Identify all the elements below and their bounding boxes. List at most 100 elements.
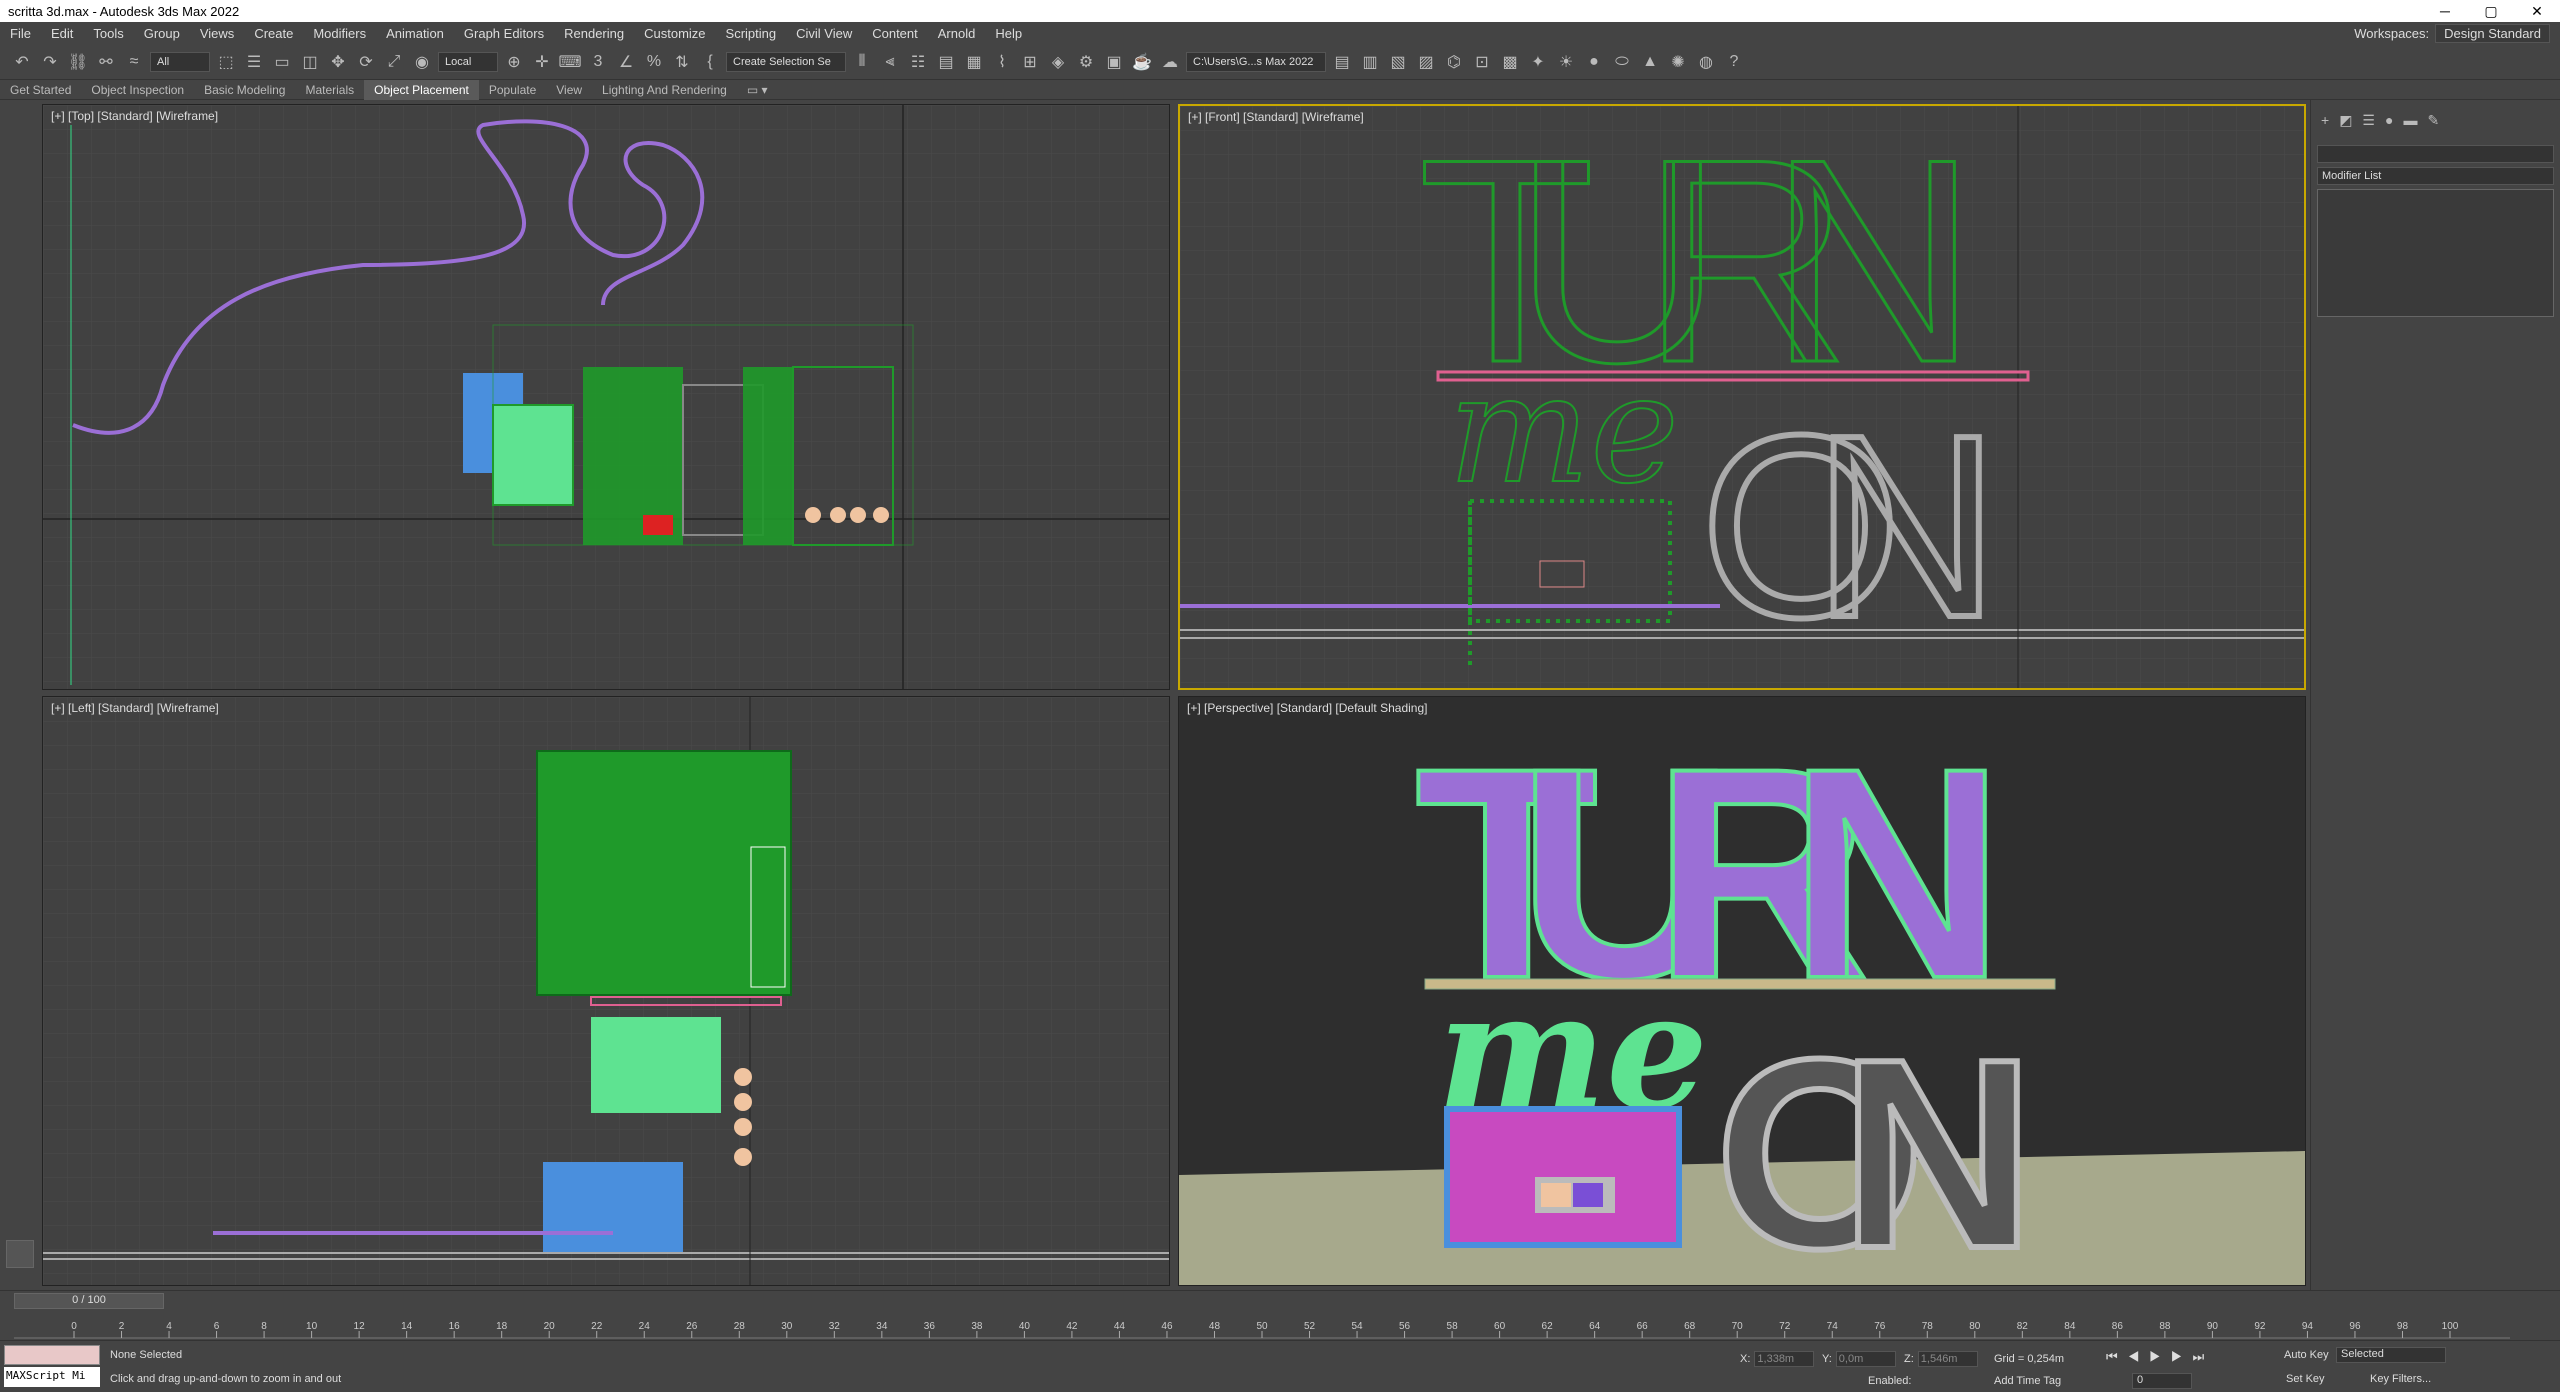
set-key-button[interactable]: Set Key xyxy=(2286,1373,2325,1385)
tab-object-inspection[interactable]: Object Inspection xyxy=(81,80,194,100)
menu-animation[interactable]: Animation xyxy=(376,26,454,41)
pivot-center-icon[interactable]: ⊕ xyxy=(502,50,526,74)
ribbon-options-icon[interactable]: ▭ ▾ xyxy=(737,80,778,100)
menu-tools[interactable]: Tools xyxy=(83,26,133,41)
menu-help[interactable]: Help xyxy=(985,26,1032,41)
tab-materials[interactable]: Materials xyxy=(295,80,364,100)
menu-civil-view[interactable]: Civil View xyxy=(786,26,862,41)
scene-explorer-icon[interactable]: ☷ xyxy=(906,50,930,74)
redo-icon[interactable]: ↷ xyxy=(38,50,62,74)
layer-explorer-icon[interactable]: ▤ xyxy=(934,50,958,74)
material-editor-icon[interactable]: ◈ xyxy=(1046,50,1070,74)
maxscript-listener[interactable] xyxy=(4,1345,100,1365)
menu-arnold[interactable]: Arnold xyxy=(928,26,986,41)
sun-icon[interactable]: ☀ xyxy=(1554,50,1578,74)
current-frame-field[interactable]: 0 xyxy=(2132,1373,2192,1389)
render-setup-icon[interactable]: ⚙ xyxy=(1074,50,1098,74)
motion-tab-icon[interactable]: ● xyxy=(2385,112,2393,129)
menu-scripting[interactable]: Scripting xyxy=(716,26,787,41)
new-project-icon[interactable]: ▧ xyxy=(1386,50,1410,74)
schematic-view-icon[interactable]: ⊞ xyxy=(1018,50,1042,74)
named-selection-icon[interactable]: { xyxy=(698,50,722,74)
project-path-dropdown[interactable]: C:\Users\G...s Max 2022 xyxy=(1186,51,1326,72)
sphere-icon[interactable]: ● xyxy=(1582,50,1606,74)
create-tab-icon[interactable]: + xyxy=(2321,112,2329,129)
maxscript-mini-listener[interactable]: MAXScript Mi xyxy=(4,1367,100,1387)
auto-key-button[interactable]: Auto Key xyxy=(2284,1349,2329,1361)
select-object-icon[interactable]: ⬚ xyxy=(214,50,238,74)
bind-spacewarp-icon[interactable]: ≈ xyxy=(122,50,146,74)
coord-z-field[interactable]: 1,546m xyxy=(1917,1351,1978,1367)
window-crossing-icon[interactable]: ◫ xyxy=(298,50,322,74)
viewport-layout-icon[interactable] xyxy=(6,1240,34,1268)
mirror-icon[interactable]: ⫴ xyxy=(850,50,874,74)
ribbon-toggle-icon[interactable]: ▦ xyxy=(962,50,986,74)
tab-object-placement[interactable]: Object Placement xyxy=(364,79,479,100)
utilities-tab-icon[interactable]: ✎ xyxy=(2427,112,2439,129)
align-icon[interactable]: ⫷ xyxy=(878,50,902,74)
menu-customize[interactable]: Customize xyxy=(634,26,715,41)
viewport-top[interactable]: [+] [Top] [Standard] [Wireframe] xyxy=(42,104,1170,690)
menu-group[interactable]: Group xyxy=(134,26,190,41)
menu-content[interactable]: Content xyxy=(862,26,928,41)
camera-icon[interactable]: ⌬ xyxy=(1442,50,1466,74)
project-manager-icon[interactable]: ▨ xyxy=(1414,50,1438,74)
viewport-left-label[interactable]: [+] [Left] [Standard] [Wireframe] xyxy=(51,701,219,715)
rotate-icon[interactable]: ⟳ xyxy=(354,50,378,74)
close-button[interactable]: ✕ xyxy=(2514,3,2560,20)
viewport-left[interactable]: [+] [Left] [Standard] [Wireframe] xyxy=(42,696,1170,1286)
curve-editor-icon[interactable]: ⌇ xyxy=(990,50,1014,74)
add-time-tag[interactable]: Add Time Tag xyxy=(1994,1375,2061,1387)
create-selection-set-dropdown[interactable]: Create Selection Se xyxy=(726,51,846,72)
render-view-icon[interactable]: ◍ xyxy=(1694,50,1718,74)
project-folder-icon[interactable]: ▥ xyxy=(1358,50,1382,74)
coord-y-field[interactable]: 0,0m xyxy=(1835,1351,1896,1367)
spinner-snap-icon[interactable]: ⇅ xyxy=(670,50,694,74)
menu-rendering[interactable]: Rendering xyxy=(554,26,634,41)
modifier-list-dropdown[interactable]: Modifier List xyxy=(2317,167,2554,185)
modifier-stack[interactable] xyxy=(2317,189,2554,317)
link-icon[interactable]: ⛓ xyxy=(66,50,90,74)
scale-icon[interactable]: ⤢ xyxy=(382,50,406,74)
help-icon[interactable]: ? xyxy=(1722,50,1746,74)
menu-file[interactable]: File xyxy=(0,26,41,41)
hierarchy-tab-icon[interactable]: ☰ xyxy=(2362,112,2375,129)
angle-snap-icon[interactable]: ∠ xyxy=(614,50,638,74)
viewport-perspective[interactable]: [+] [Perspective] [Standard] [Default Sh… xyxy=(1178,696,2306,1286)
light-icon[interactable]: ✺ xyxy=(1666,50,1690,74)
set-project-icon[interactable]: ▤ xyxy=(1330,50,1354,74)
undo-icon[interactable]: ↶ xyxy=(10,50,34,74)
light-list-icon[interactable]: ✦ xyxy=(1526,50,1550,74)
modify-tab-icon[interactable]: ◩ xyxy=(2339,112,2352,129)
keyboard-shortcut-icon[interactable]: ⌨ xyxy=(558,50,582,74)
tab-lighting-and-rendering[interactable]: Lighting And Rendering xyxy=(592,80,737,100)
menu-modifiers[interactable]: Modifiers xyxy=(303,26,376,41)
reference-coordinate-dropdown[interactable]: Local xyxy=(438,51,498,72)
tab-get-started[interactable]: Get Started xyxy=(0,80,81,100)
viewport-front[interactable]: [+] [Front] [Standard] [Wireframe] TURN … xyxy=(1178,104,2306,690)
tab-basic-modeling[interactable]: Basic Modeling xyxy=(194,80,295,100)
viewport-perspective-label[interactable]: [+] [Perspective] [Standard] [Default Sh… xyxy=(1187,701,1427,715)
tab-populate[interactable]: Populate xyxy=(479,80,546,100)
move-icon[interactable]: ✥ xyxy=(326,50,350,74)
menu-graph-editors[interactable]: Graph Editors xyxy=(454,26,554,41)
display-tab-icon[interactable]: ▬ xyxy=(2403,112,2417,129)
workspace-dropdown[interactable]: Design Standard xyxy=(2435,23,2550,43)
viewport-top-label[interactable]: [+] [Top] [Standard] [Wireframe] xyxy=(51,109,218,123)
track-bar[interactable]: 0 2 4 6 8 10 12 14 16 18 20 22 24 26 28 30 32 34 36 38 40 42 4… xyxy=(14,1319,2510,1339)
render-icon[interactable]: ☕ xyxy=(1130,50,1154,74)
render-cloud-icon[interactable]: ☁ xyxy=(1158,50,1182,74)
coord-x-field[interactable]: 1,338m xyxy=(1754,1351,1815,1367)
cone-icon[interactable]: ▲ xyxy=(1638,50,1662,74)
cylinder-icon[interactable]: ⬭ xyxy=(1610,50,1634,74)
viewport-front-label[interactable]: [+] [Front] [Standard] [Wireframe] xyxy=(1188,110,1364,124)
rectangular-selection-icon[interactable]: ▭ xyxy=(270,50,294,74)
select-by-name-icon[interactable]: ☰ xyxy=(242,50,266,74)
maximize-button[interactable]: ▢ xyxy=(2468,3,2514,20)
minimize-button[interactable]: ─ xyxy=(2422,3,2468,19)
viewport-icon[interactable]: ⊡ xyxy=(1470,50,1494,74)
key-filters-button[interactable]: Key Filters... xyxy=(2370,1373,2431,1385)
time-slider[interactable]: 0 / 100 xyxy=(14,1293,164,1309)
tab-view[interactable]: View xyxy=(546,80,592,100)
grid-icon[interactable]: ▩ xyxy=(1498,50,1522,74)
